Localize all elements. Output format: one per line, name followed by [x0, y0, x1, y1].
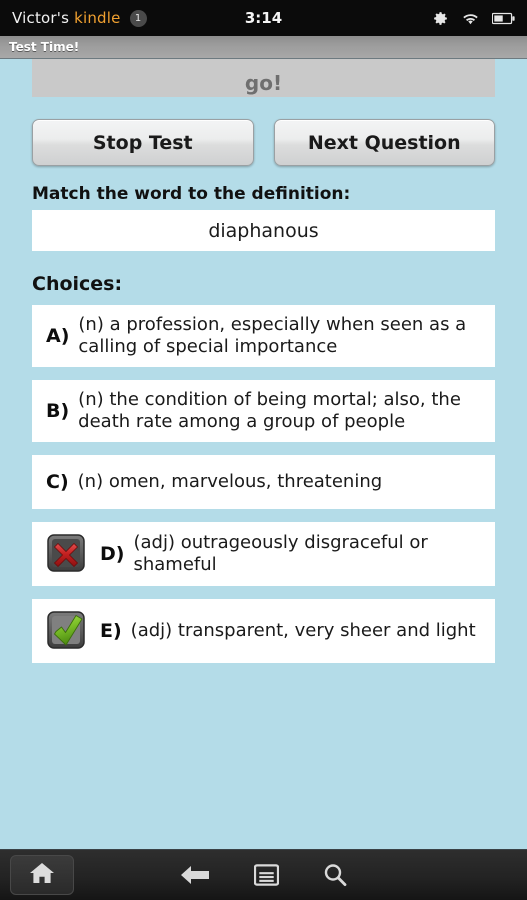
choice-text-b: (n) the condition of being mortal; also,… — [78, 388, 461, 432]
device-owner-label: Victor's — [12, 9, 75, 27]
system-nav-bar — [0, 849, 527, 900]
search-icon[interactable] — [323, 863, 347, 887]
test-controls: Stop Test Next Question — [32, 119, 495, 166]
correct-answer-icon — [44, 608, 90, 654]
main-content: go! Stop Test Next Question Match the wo… — [0, 59, 527, 849]
status-icons — [432, 10, 515, 27]
choice-option-e[interactable]: E) (adj) transparent, very sheer and lig… — [32, 598, 495, 663]
nav-icon-group — [0, 863, 527, 887]
device-name: Victor's kindle — [12, 9, 121, 27]
device-screen: Victor's kindle 1 3:14 Test Time! go! St… — [0, 0, 527, 900]
timer-text: go! — [244, 71, 283, 95]
choice-text-a: (n) a profession, especially when seen a… — [78, 314, 467, 357]
choice-letter-b: B) — [46, 399, 70, 422]
choice-option-b[interactable]: B) (n) the condition of being mortal; al… — [32, 379, 495, 442]
choice-text-e: (adj) transparent, very sheer and light — [130, 619, 476, 641]
device-brand-label: kindle — [74, 9, 121, 27]
home-icon — [29, 861, 55, 889]
app-title-bar: Test Time! — [0, 36, 527, 59]
choice-letter-d: D) — [100, 542, 125, 565]
question-word: diaphanous — [208, 219, 319, 242]
notification-badge[interactable]: 1 — [129, 9, 147, 27]
home-button[interactable] — [10, 855, 74, 895]
choice-text-d: (adj) outrageously disgraceful or shamef… — [133, 531, 428, 575]
choice-option-d[interactable]: D) (adj) outrageously disgraceful or sha… — [32, 521, 495, 586]
menu-icon[interactable] — [254, 864, 279, 886]
next-question-button[interactable]: Next Question — [273, 119, 495, 166]
choice-letter-c: C) — [46, 470, 69, 493]
timer-display: go! — [32, 59, 495, 97]
battery-icon[interactable] — [492, 12, 515, 25]
back-icon[interactable] — [180, 864, 210, 886]
gear-icon[interactable] — [432, 10, 449, 27]
wifi-icon[interactable] — [461, 11, 480, 26]
question-prompt: Match the word to the definition: — [32, 184, 351, 204]
scroll-container[interactable]: go! Stop Test Next Question Match the wo… — [0, 59, 527, 676]
stop-test-button[interactable]: Stop Test — [32, 119, 254, 166]
system-status-bar: Victor's kindle 1 3:14 — [0, 0, 527, 36]
choices-heading: Choices: — [32, 273, 123, 295]
choice-option-c[interactable]: C) (n) omen, marvelous, threatening — [32, 454, 495, 509]
choice-option-a[interactable]: A) (n) a profession, especially when see… — [32, 305, 495, 367]
question-word-box: diaphanous — [32, 210, 495, 251]
choice-letter-a: A) — [46, 324, 70, 347]
choice-letter-e: E) — [100, 619, 122, 642]
wrong-answer-icon — [44, 531, 90, 577]
app-title: Test Time! — [9, 40, 80, 54]
choice-text-c: (n) omen, marvelous, threatening — [77, 470, 383, 492]
